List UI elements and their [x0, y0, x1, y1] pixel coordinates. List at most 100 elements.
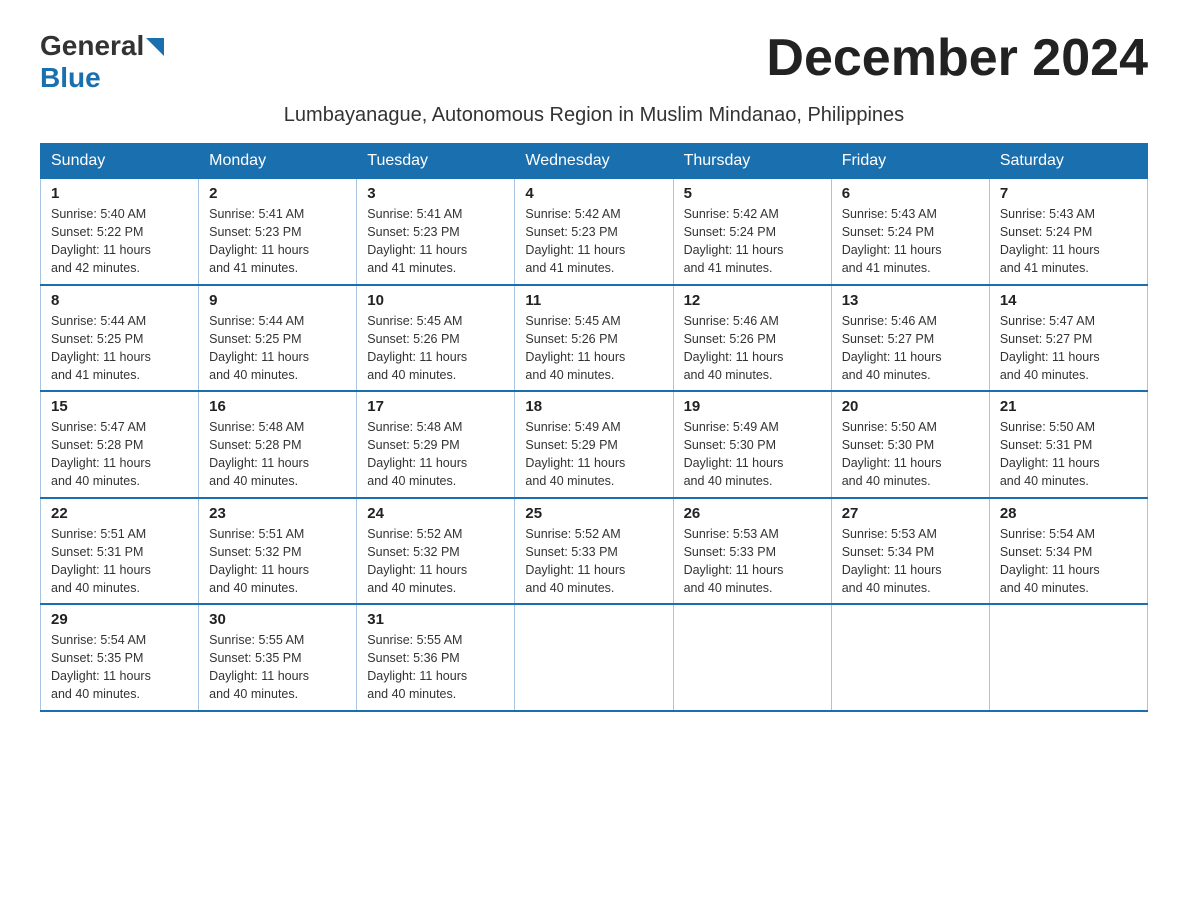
day-info: Sunrise: 5:41 AMSunset: 5:23 PMDaylight:… [209, 205, 346, 278]
calendar-cell: 27 Sunrise: 5:53 AMSunset: 5:34 PMDayligh… [831, 498, 989, 605]
day-number: 2 [209, 185, 346, 202]
day-info: Sunrise: 5:48 AMSunset: 5:28 PMDaylight:… [209, 418, 346, 491]
calendar-cell: 16 Sunrise: 5:48 AMSunset: 5:28 PMDayligh… [199, 391, 357, 498]
day-number: 9 [209, 292, 346, 309]
column-header-thursday: Thursday [673, 144, 831, 179]
calendar-table: SundayMondayTuesdayWednesdayThursdayFrid… [40, 143, 1148, 712]
day-info: Sunrise: 5:50 AMSunset: 5:30 PMDaylight:… [842, 418, 979, 491]
day-info: Sunrise: 5:46 AMSunset: 5:27 PMDaylight:… [842, 312, 979, 385]
week-row-3: 15 Sunrise: 5:47 AMSunset: 5:28 PMDayligh… [41, 391, 1148, 498]
day-number: 15 [51, 398, 188, 415]
calendar-cell [515, 604, 673, 711]
calendar-cell: 30 Sunrise: 5:55 AMSunset: 5:35 PMDayligh… [199, 604, 357, 711]
calendar-cell: 20 Sunrise: 5:50 AMSunset: 5:30 PMDayligh… [831, 391, 989, 498]
calendar-cell: 6 Sunrise: 5:43 AMSunset: 5:24 PMDaylight… [831, 179, 989, 285]
day-info: Sunrise: 5:53 AMSunset: 5:33 PMDaylight:… [684, 525, 821, 598]
calendar-cell: 7Sunrise: 5:43 AMSunset: 5:24 PMDaylight… [989, 179, 1147, 285]
logo-triangle-icon [146, 38, 164, 56]
calendar-cell: 26 Sunrise: 5:53 AMSunset: 5:33 PMDayligh… [673, 498, 831, 605]
calendar-cell: 14 Sunrise: 5:47 AMSunset: 5:27 PMDayligh… [989, 285, 1147, 392]
day-number: 23 [209, 505, 346, 522]
month-title: December 2024 [766, 30, 1148, 87]
day-info: Sunrise: 5:52 AMSunset: 5:32 PMDaylight:… [367, 525, 504, 598]
calendar-cell: 31Sunrise: 5:55 AMSunset: 5:36 PMDayligh… [357, 604, 515, 711]
calendar-cell: 15 Sunrise: 5:47 AMSunset: 5:28 PMDayligh… [41, 391, 199, 498]
calendar-cell: 24Sunrise: 5:52 AMSunset: 5:32 PMDayligh… [357, 498, 515, 605]
day-info: Sunrise: 5:42 AMSunset: 5:24 PMDaylight:… [684, 205, 821, 278]
day-number: 21 [1000, 398, 1137, 415]
calendar-cell: 5 Sunrise: 5:42 AMSunset: 5:24 PMDaylight… [673, 179, 831, 285]
day-number: 1 [51, 185, 188, 202]
calendar-cell: 2 Sunrise: 5:41 AMSunset: 5:23 PMDaylight… [199, 179, 357, 285]
calendar-cell: 29 Sunrise: 5:54 AMSunset: 5:35 PMDayligh… [41, 604, 199, 711]
day-info: Sunrise: 5:54 AMSunset: 5:34 PMDaylight:… [1000, 525, 1137, 598]
calendar-cell: 13 Sunrise: 5:46 AMSunset: 5:27 PMDayligh… [831, 285, 989, 392]
calendar-cell: 22 Sunrise: 5:51 AMSunset: 5:31 PMDayligh… [41, 498, 199, 605]
logo-blue: Blue [40, 62, 164, 94]
day-number: 30 [209, 611, 346, 628]
week-row-1: 1 Sunrise: 5:40 AMSunset: 5:22 PMDaylight… [41, 179, 1148, 285]
calendar-cell: 17 Sunrise: 5:48 AMSunset: 5:29 PMDayligh… [357, 391, 515, 498]
day-info: Sunrise: 5:46 AMSunset: 5:26 PMDaylight:… [684, 312, 821, 385]
column-header-friday: Friday [831, 144, 989, 179]
calendar-cell: 23 Sunrise: 5:51 AMSunset: 5:32 PMDayligh… [199, 498, 357, 605]
day-number: 10 [367, 292, 504, 309]
day-info: Sunrise: 5:51 AMSunset: 5:31 PMDaylight:… [51, 525, 188, 598]
day-number: 13 [842, 292, 979, 309]
day-info: Sunrise: 5:55 AMSunset: 5:35 PMDaylight:… [209, 631, 346, 704]
day-number: 20 [842, 398, 979, 415]
week-row-2: 8Sunrise: 5:44 AMSunset: 5:25 PMDaylight… [41, 285, 1148, 392]
day-info: Sunrise: 5:54 AMSunset: 5:35 PMDaylight:… [51, 631, 188, 704]
day-info: Sunrise: 5:50 AMSunset: 5:31 PMDaylight:… [1000, 418, 1137, 491]
calendar-cell [831, 604, 989, 711]
day-info: Sunrise: 5:40 AMSunset: 5:22 PMDaylight:… [51, 205, 188, 278]
day-info: Sunrise: 5:47 AMSunset: 5:27 PMDaylight:… [1000, 312, 1137, 385]
page-header: General Blue December 2024 [40, 30, 1148, 94]
day-number: 19 [684, 398, 821, 415]
day-number: 14 [1000, 292, 1137, 309]
calendar-cell: 11 Sunrise: 5:45 AMSunset: 5:26 PMDayligh… [515, 285, 673, 392]
column-header-tuesday: Tuesday [357, 144, 515, 179]
logo-general: General [40, 30, 144, 62]
day-number: 7 [1000, 185, 1137, 202]
day-number: 28 [1000, 505, 1137, 522]
column-header-saturday: Saturday [989, 144, 1147, 179]
day-number: 5 [684, 185, 821, 202]
day-number: 17 [367, 398, 504, 415]
day-info: Sunrise: 5:45 AMSunset: 5:26 PMDaylight:… [367, 312, 504, 385]
day-info: Sunrise: 5:44 AMSunset: 5:25 PMDaylight:… [209, 312, 346, 385]
calendar-cell: 10 Sunrise: 5:45 AMSunset: 5:26 PMDayligh… [357, 285, 515, 392]
week-row-4: 22 Sunrise: 5:51 AMSunset: 5:31 PMDayligh… [41, 498, 1148, 605]
calendar-cell: 1 Sunrise: 5:40 AMSunset: 5:22 PMDaylight… [41, 179, 199, 285]
column-header-monday: Monday [199, 144, 357, 179]
day-info: Sunrise: 5:53 AMSunset: 5:34 PMDaylight:… [842, 525, 979, 598]
calendar-cell: 25Sunrise: 5:52 AMSunset: 5:33 PMDayligh… [515, 498, 673, 605]
day-info: Sunrise: 5:49 AMSunset: 5:29 PMDaylight:… [525, 418, 662, 491]
calendar-subtitle: Lumbayanague, Autonomous Region in Musli… [40, 104, 1148, 127]
day-info: Sunrise: 5:48 AMSunset: 5:29 PMDaylight:… [367, 418, 504, 491]
day-number: 6 [842, 185, 979, 202]
column-header-wednesday: Wednesday [515, 144, 673, 179]
day-info: Sunrise: 5:51 AMSunset: 5:32 PMDaylight:… [209, 525, 346, 598]
day-info: Sunrise: 5:41 AMSunset: 5:23 PMDaylight:… [367, 205, 504, 278]
day-number: 3 [367, 185, 504, 202]
day-number: 22 [51, 505, 188, 522]
day-info: Sunrise: 5:52 AMSunset: 5:33 PMDaylight:… [525, 525, 662, 598]
calendar-header-row: SundayMondayTuesdayWednesdayThursdayFrid… [41, 144, 1148, 179]
day-info: Sunrise: 5:47 AMSunset: 5:28 PMDaylight:… [51, 418, 188, 491]
day-number: 12 [684, 292, 821, 309]
day-number: 27 [842, 505, 979, 522]
day-number: 16 [209, 398, 346, 415]
calendar-cell: 4Sunrise: 5:42 AMSunset: 5:23 PMDaylight… [515, 179, 673, 285]
day-info: Sunrise: 5:55 AMSunset: 5:36 PMDaylight:… [367, 631, 504, 704]
day-info: Sunrise: 5:45 AMSunset: 5:26 PMDaylight:… [525, 312, 662, 385]
calendar-cell: 8Sunrise: 5:44 AMSunset: 5:25 PMDaylight… [41, 285, 199, 392]
day-info: Sunrise: 5:43 AMSunset: 5:24 PMDaylight:… [842, 205, 979, 278]
day-number: 29 [51, 611, 188, 628]
calendar-cell: 19 Sunrise: 5:49 AMSunset: 5:30 PMDayligh… [673, 391, 831, 498]
day-info: Sunrise: 5:42 AMSunset: 5:23 PMDaylight:… [525, 205, 662, 278]
day-info: Sunrise: 5:44 AMSunset: 5:25 PMDaylight:… [51, 312, 188, 385]
day-number: 11 [525, 292, 662, 309]
day-info: Sunrise: 5:49 AMSunset: 5:30 PMDaylight:… [684, 418, 821, 491]
day-number: 26 [684, 505, 821, 522]
